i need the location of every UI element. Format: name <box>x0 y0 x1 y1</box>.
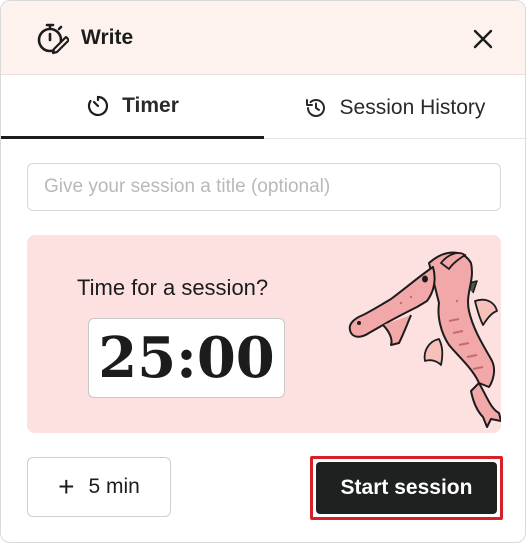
start-session-highlight: Start session <box>310 456 503 520</box>
add-five-minutes-button[interactable]: + 5 min <box>27 457 171 517</box>
history-icon <box>305 98 325 117</box>
plus-icon: + <box>58 471 75 502</box>
stopwatch-pencil-icon <box>37 23 69 55</box>
dragon-illustration <box>348 251 501 428</box>
app-title: Write <box>81 26 134 49</box>
tab-bar: Timer Session History <box>1 76 525 139</box>
session-prompt: Time for a session? <box>77 275 269 300</box>
timer-icon <box>87 95 109 117</box>
write-timer-panel: Write Timer Session History Give your se… <box>0 0 526 543</box>
tab-session-history-label: Session History <box>339 95 486 119</box>
add-time-label: 5 min <box>88 475 140 498</box>
session-prompt-card: Time for a session? 25:00 <box>27 235 501 433</box>
tab-timer[interactable]: Timer <box>1 76 264 139</box>
start-session-button[interactable]: Start session <box>316 462 497 514</box>
tab-session-history[interactable]: Session History <box>264 76 525 139</box>
close-icon <box>473 29 493 49</box>
close-button[interactable] <box>465 21 501 57</box>
tab-timer-label: Timer <box>122 94 179 117</box>
timer-display[interactable]: 25:00 <box>88 318 285 398</box>
session-title-input[interactable] <box>27 163 501 211</box>
panel-header: Write <box>1 1 525 75</box>
